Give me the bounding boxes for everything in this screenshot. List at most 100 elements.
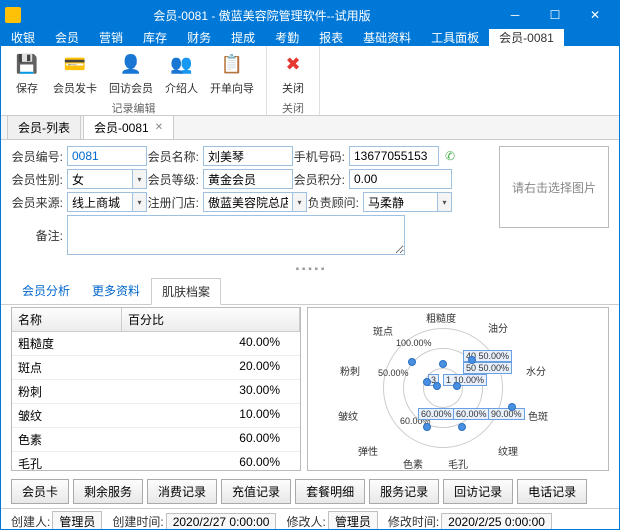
sub-tab[interactable]: 更多资料 — [81, 277, 151, 304]
ribbon-button[interactable]: 💳会员发卡 — [47, 48, 103, 98]
action-button[interactable]: 充值记录 — [221, 479, 291, 504]
skin-archive-content: 名称 百分比 粗糙度40.00%斑点20.00%粉刺30.00%皱纹10.00%… — [1, 305, 619, 475]
document-tab[interactable]: 会员-列表 — [7, 115, 81, 139]
table-row[interactable]: 粗糙度40.00% — [12, 332, 300, 356]
axis-label: 纹理 — [498, 443, 518, 458]
menu-item[interactable]: 工具面板 — [421, 29, 489, 46]
member-image-placeholder[interactable]: 请右击选择图片 — [499, 146, 609, 228]
select-gender[interactable] — [67, 169, 133, 189]
action-button[interactable]: 电话记录 — [517, 479, 587, 504]
axis-label: 毛孔 — [448, 456, 468, 471]
close-icon[interactable]: ✕ — [155, 122, 163, 133]
label-points: 会员积分: — [293, 171, 349, 188]
action-button[interactable]: 消费记录 — [147, 479, 217, 504]
table-row[interactable]: 斑点20.00% — [12, 356, 300, 380]
dropdown-icon[interactable]: ▾ — [133, 192, 147, 212]
ribbon-group-close: ✖ 关闭 关闭 — [267, 46, 320, 115]
table-row[interactable]: 毛孔60.00% — [12, 452, 300, 471]
action-button[interactable]: 回访记录 — [443, 479, 513, 504]
titlebar: 会员-0081 - 傲蓝美容院管理软件--试用版 ─ ☐ ✕ — [1, 1, 619, 29]
tab-label: 会员-0081 — [94, 119, 149, 136]
textarea-remarks[interactable] — [67, 215, 405, 255]
dropdown-icon[interactable]: ▾ — [293, 192, 307, 212]
table-row[interactable]: 皱纹10.00% — [12, 404, 300, 428]
value-modifier: 管理员 — [328, 511, 378, 530]
grid-header-name[interactable]: 名称 — [12, 308, 122, 331]
input-points[interactable] — [349, 169, 452, 189]
axis-label: 斑点 — [373, 323, 393, 338]
app-window: 会员-0081 - 傲蓝美容院管理软件--试用版 ─ ☐ ✕ 收银会员营销库存财… — [0, 0, 620, 530]
ribbon-button[interactable]: ✖ 关闭 — [273, 48, 313, 98]
cell-name: 毛孔 — [12, 452, 122, 471]
tick-label: 100.00% — [396, 338, 432, 348]
value-creator: 管理员 — [52, 511, 102, 530]
menu-item[interactable]: 基础资料 — [353, 29, 421, 46]
action-button[interactable]: 剩余服务 — [73, 479, 143, 504]
cell-name: 色素 — [12, 428, 122, 451]
sub-tab[interactable]: 肌肤档案 — [151, 278, 221, 305]
ribbon-group-label: 记录编辑 — [112, 100, 156, 116]
menu-item[interactable]: 会员-0081 — [489, 29, 564, 46]
cell-name: 皱纹 — [12, 404, 122, 427]
chart-tooltip: 90.00% — [488, 408, 525, 420]
ribbon-button[interactable]: 💾保存 — [7, 48, 47, 98]
action-button[interactable]: 服务记录 — [369, 479, 439, 504]
close-button[interactable]: ✕ — [575, 1, 615, 29]
grid-header-pct[interactable]: 百分比 — [122, 308, 300, 331]
ribbon-icon: ✖ — [279, 50, 307, 78]
menu-item[interactable]: 考勤 — [265, 29, 309, 46]
axis-label: 粗糙度 — [426, 310, 456, 325]
menu-item[interactable]: 库存 — [133, 29, 177, 46]
label-store: 注册门店: — [147, 194, 203, 211]
menu-item[interactable]: 提成 — [221, 29, 265, 46]
ribbon-label: 开单向导 — [210, 80, 254, 96]
label-ctime: 创建时间: — [112, 513, 163, 530]
input-level[interactable] — [203, 169, 293, 189]
cell-name: 粉刺 — [12, 380, 122, 403]
label-remarks: 备注: — [11, 227, 67, 244]
input-member-name[interactable] — [203, 146, 293, 166]
maximize-button[interactable]: ☐ — [535, 1, 575, 29]
skin-grid[interactable]: 名称 百分比 粗糙度40.00%斑点20.00%粉刺30.00%皱纹10.00%… — [11, 307, 301, 471]
input-phone[interactable] — [349, 146, 439, 166]
cell-pct: 60.00% — [122, 452, 300, 471]
select-store[interactable] — [203, 192, 293, 212]
ribbon-button[interactable]: 👤回访会员 — [103, 48, 159, 98]
ribbon-label: 介绍人 — [165, 80, 198, 96]
document-tab[interactable]: 会员-0081 ✕ — [83, 115, 174, 139]
menu-item[interactable]: 收银 — [1, 29, 45, 46]
cell-pct: 30.00% — [122, 380, 300, 403]
menu-item[interactable]: 营销 — [89, 29, 133, 46]
chart-tooltip: 60.00% — [418, 408, 455, 420]
select-source[interactable] — [67, 192, 133, 212]
axis-label: 水分 — [526, 363, 546, 378]
table-row[interactable]: 色素60.00% — [12, 428, 300, 452]
action-button[interactable]: 套餐明细 — [295, 479, 365, 504]
label-creator: 创建人: — [11, 513, 50, 530]
ribbon-icon: 💾 — [13, 50, 41, 78]
table-row[interactable]: 粉刺30.00% — [12, 380, 300, 404]
ribbon: 💾保存💳会员发卡👤回访会员👥介绍人📋开单向导 记录编辑 ✖ 关闭 关闭 — [1, 46, 619, 116]
action-button[interactable]: 会员卡 — [11, 479, 69, 504]
menu-item[interactable]: 财务 — [177, 29, 221, 46]
ribbon-label: 会员发卡 — [53, 80, 97, 96]
ribbon-label: 回访会员 — [109, 80, 153, 96]
dropdown-icon[interactable]: ▾ — [133, 169, 147, 189]
select-consultant[interactable] — [363, 192, 438, 212]
cell-pct: 60.00% — [122, 428, 300, 451]
ribbon-button[interactable]: 👥介绍人 — [159, 48, 204, 98]
axis-label: 粉刺 — [340, 363, 360, 378]
sub-tab[interactable]: 会员分析 — [11, 277, 81, 304]
menu-item[interactable]: 会员 — [45, 29, 89, 46]
ribbon-label: 关闭 — [282, 80, 304, 96]
dropdown-icon[interactable]: ▾ — [438, 192, 452, 212]
phone-icon[interactable]: ✆ — [441, 146, 459, 166]
cell-name: 斑点 — [12, 356, 122, 379]
minimize-button[interactable]: ─ — [495, 1, 535, 29]
input-member-id[interactable] — [67, 146, 147, 166]
splitter-handle[interactable]: ▪ ▪ ▪ ▪ ▪ — [1, 262, 619, 277]
cell-pct: 10.00% — [122, 404, 300, 427]
cell-pct: 40.00% — [122, 332, 300, 355]
ribbon-button[interactable]: 📋开单向导 — [204, 48, 260, 98]
menu-item[interactable]: 报表 — [309, 29, 353, 46]
